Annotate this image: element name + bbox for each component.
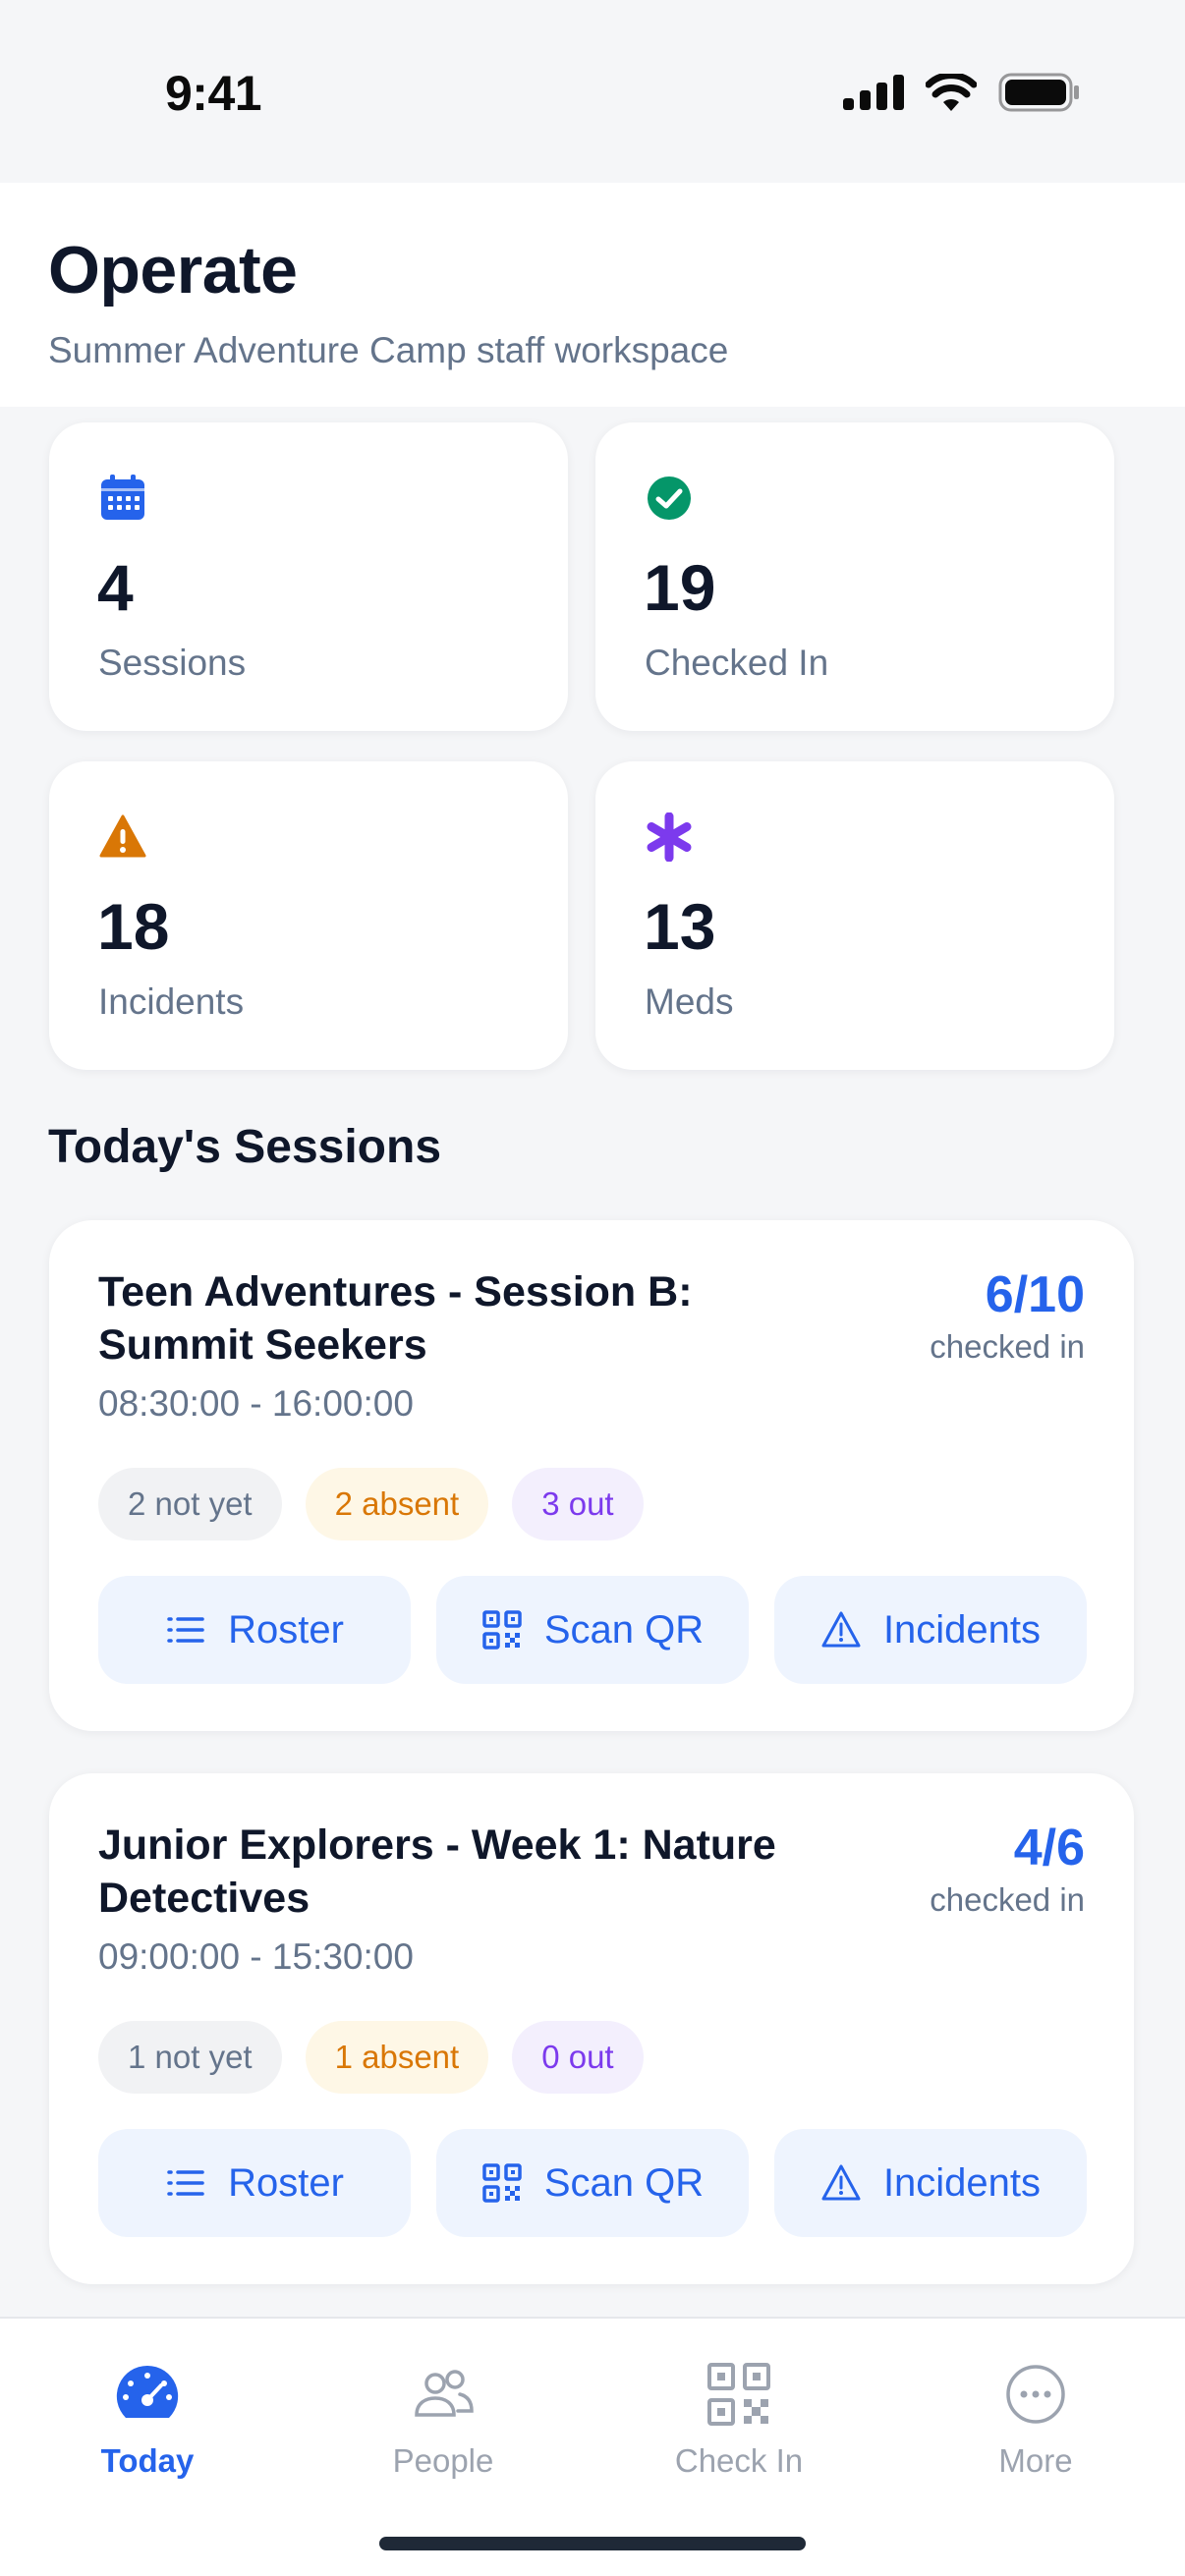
- stat-card-checked-in[interactable]: 19 Checked In: [595, 422, 1114, 731]
- scan-qr-button[interactable]: Scan QR: [436, 1576, 749, 1684]
- status-bar: 9:41: [0, 0, 1185, 183]
- not-yet-badge: 2 not yet: [98, 1468, 282, 1540]
- absent-badge: 1 absent: [305, 2021, 489, 2094]
- wifi-icon: [926, 74, 977, 111]
- session-card[interactable]: Junior Explorers - Week 1: Nature Detect…: [49, 1773, 1134, 2284]
- stat-card-incidents[interactable]: 18 Incidents: [49, 761, 568, 1070]
- incidents-button[interactable]: Incidents: [774, 1576, 1087, 1684]
- absent-badge: 2 absent: [305, 1468, 489, 1540]
- stat-label: Sessions: [98, 643, 247, 683]
- stat-card-meds[interactable]: 13 Meds: [595, 761, 1114, 1070]
- session-card[interactable]: Teen Adventures - Session B: Summit Seek…: [49, 1220, 1134, 1731]
- roster-button[interactable]: Roster: [98, 2129, 411, 2237]
- incidents-button-label: Incidents: [882, 1607, 1042, 1652]
- session-time: 08:30:00 - 16:00:00: [98, 1383, 414, 1424]
- stat-value: 18: [97, 890, 170, 963]
- stat-value: 19: [644, 551, 716, 624]
- session-actions: Roster Scan QR Incidents: [98, 1576, 1087, 1684]
- status-pills: 2 not yet 2 absent 3 out: [98, 1468, 644, 1540]
- section-title: Today's Sessions: [48, 1121, 442, 1173]
- speedometer-icon: [116, 2365, 179, 2418]
- session-title: Teen Adventures - Session B: Summit Seek…: [98, 1268, 693, 1369]
- tab-label: People: [392, 2442, 494, 2479]
- session-checked-label: checked in: [930, 1881, 1085, 1918]
- qr-code-icon: [707, 2363, 770, 2426]
- stat-label: Checked In: [645, 643, 829, 683]
- asterisk-icon: [647, 812, 692, 862]
- page-header: Operate Summer Adventure Camp staff work…: [0, 183, 1185, 407]
- status-time: 9:41: [165, 66, 262, 121]
- calendar-icon: [101, 475, 144, 520]
- incidents-button-label: Incidents: [882, 2160, 1042, 2205]
- tab-more[interactable]: More: [928, 2360, 1144, 2480]
- session-title: Junior Explorers - Week 1: Nature Detect…: [98, 1821, 776, 1922]
- tab-check-in[interactable]: Check In: [631, 2360, 847, 2480]
- page-subtitle: Summer Adventure Camp staff workspace: [48, 330, 729, 370]
- tab-people[interactable]: People: [335, 2360, 551, 2480]
- stat-card-sessions[interactable]: 4 Sessions: [49, 422, 568, 731]
- scan-qr-button-label: Scan QR: [543, 1607, 705, 1652]
- home-indicator: [379, 2537, 806, 2550]
- list-icon: [167, 1617, 204, 1643]
- scan-qr-button-label: Scan QR: [543, 2160, 705, 2205]
- stat-label: Incidents: [98, 981, 245, 1022]
- session-checked-count: 6/10: [985, 1266, 1085, 1323]
- roster-button-label: Roster: [228, 1607, 344, 1652]
- stat-value: 4: [97, 551, 134, 624]
- session-checked-label: checked in: [930, 1328, 1085, 1365]
- tab-today[interactable]: Today: [39, 2360, 255, 2480]
- stat-label: Meds: [645, 981, 734, 1022]
- session-checked-count: 4/6: [1013, 1820, 1085, 1876]
- cellular-signal-icon: [843, 75, 904, 110]
- incidents-button[interactable]: Incidents: [774, 2129, 1087, 2237]
- qr-code-icon: [482, 1610, 522, 1650]
- tab-label: Today: [100, 2442, 195, 2479]
- list-icon: [167, 2170, 204, 2196]
- session-actions: Roster Scan QR Incidents: [98, 2129, 1087, 2237]
- stat-value: 13: [644, 890, 716, 963]
- page-title: Operate: [48, 233, 298, 308]
- warning-outline-icon: [821, 1611, 861, 1648]
- session-time: 09:00:00 - 15:30:00: [98, 1936, 414, 1977]
- battery-icon: [998, 73, 1079, 112]
- more-icon: [1006, 2365, 1065, 2424]
- scan-qr-button[interactable]: Scan QR: [436, 2129, 749, 2237]
- roster-button-label: Roster: [228, 2160, 344, 2205]
- screen: 9:41 Operate Summer Adventure Camp staff: [0, 0, 1185, 2576]
- out-badge: 0 out: [512, 2021, 644, 2094]
- roster-button[interactable]: Roster: [98, 1576, 411, 1684]
- qr-code-icon: [482, 2163, 522, 2203]
- warning-icon: [99, 814, 146, 858]
- check-circle-icon: [648, 476, 691, 520]
- not-yet-badge: 1 not yet: [98, 2021, 282, 2094]
- tab-label: More: [998, 2442, 1073, 2479]
- tab-label: Check In: [674, 2442, 804, 2479]
- people-icon: [415, 2370, 474, 2417]
- status-pills: 1 not yet 1 absent 0 out: [98, 2021, 644, 2094]
- status-icons: [843, 73, 1081, 112]
- out-badge: 3 out: [512, 1468, 644, 1540]
- warning-outline-icon: [821, 2164, 861, 2201]
